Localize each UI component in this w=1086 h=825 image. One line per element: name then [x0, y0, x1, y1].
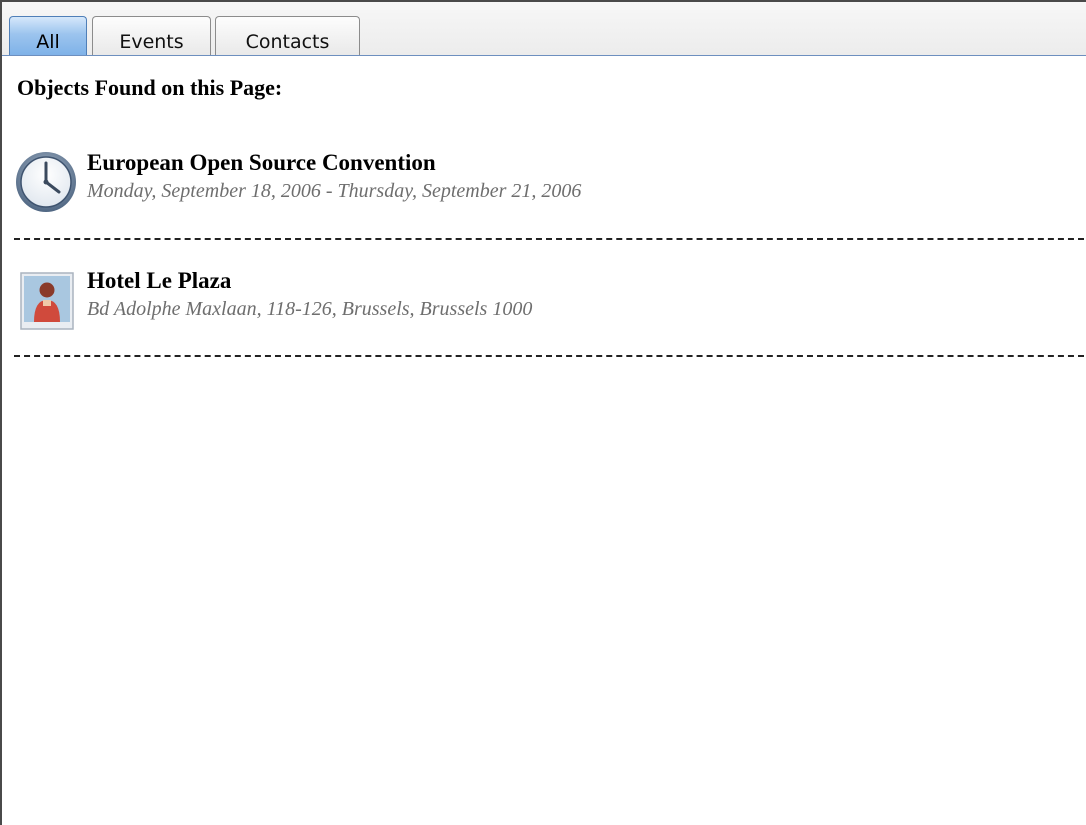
item-title[interactable]: European Open Source Convention	[87, 150, 436, 176]
clock-icon	[14, 150, 78, 214]
divider	[14, 355, 1084, 357]
list-item-contact[interactable]: Hotel Le Plaza Bd Adolphe Maxlaan, 118-1…	[14, 268, 1084, 332]
tab-all[interactable]: All	[9, 16, 87, 55]
divider	[14, 238, 1084, 240]
tab-contacts[interactable]: Contacts	[215, 16, 360, 55]
item-subtitle: Bd Adolphe Maxlaan, 118-126, Brussels, B…	[87, 298, 533, 320]
list-item-event[interactable]: European Open Source Convention Monday, …	[14, 150, 1084, 214]
item-subtitle: Monday, September 18, 2006 - Thursday, S…	[87, 180, 582, 202]
tab-events[interactable]: Events	[92, 16, 211, 55]
objects-window: All Events Contacts Objects Found on thi…	[0, 0, 1086, 825]
contact-person-icon	[20, 272, 74, 330]
item-title[interactable]: Hotel Le Plaza	[87, 268, 231, 294]
tab-bar: All Events Contacts	[2, 2, 1086, 56]
page-heading: Objects Found on this Page:	[17, 75, 283, 100]
